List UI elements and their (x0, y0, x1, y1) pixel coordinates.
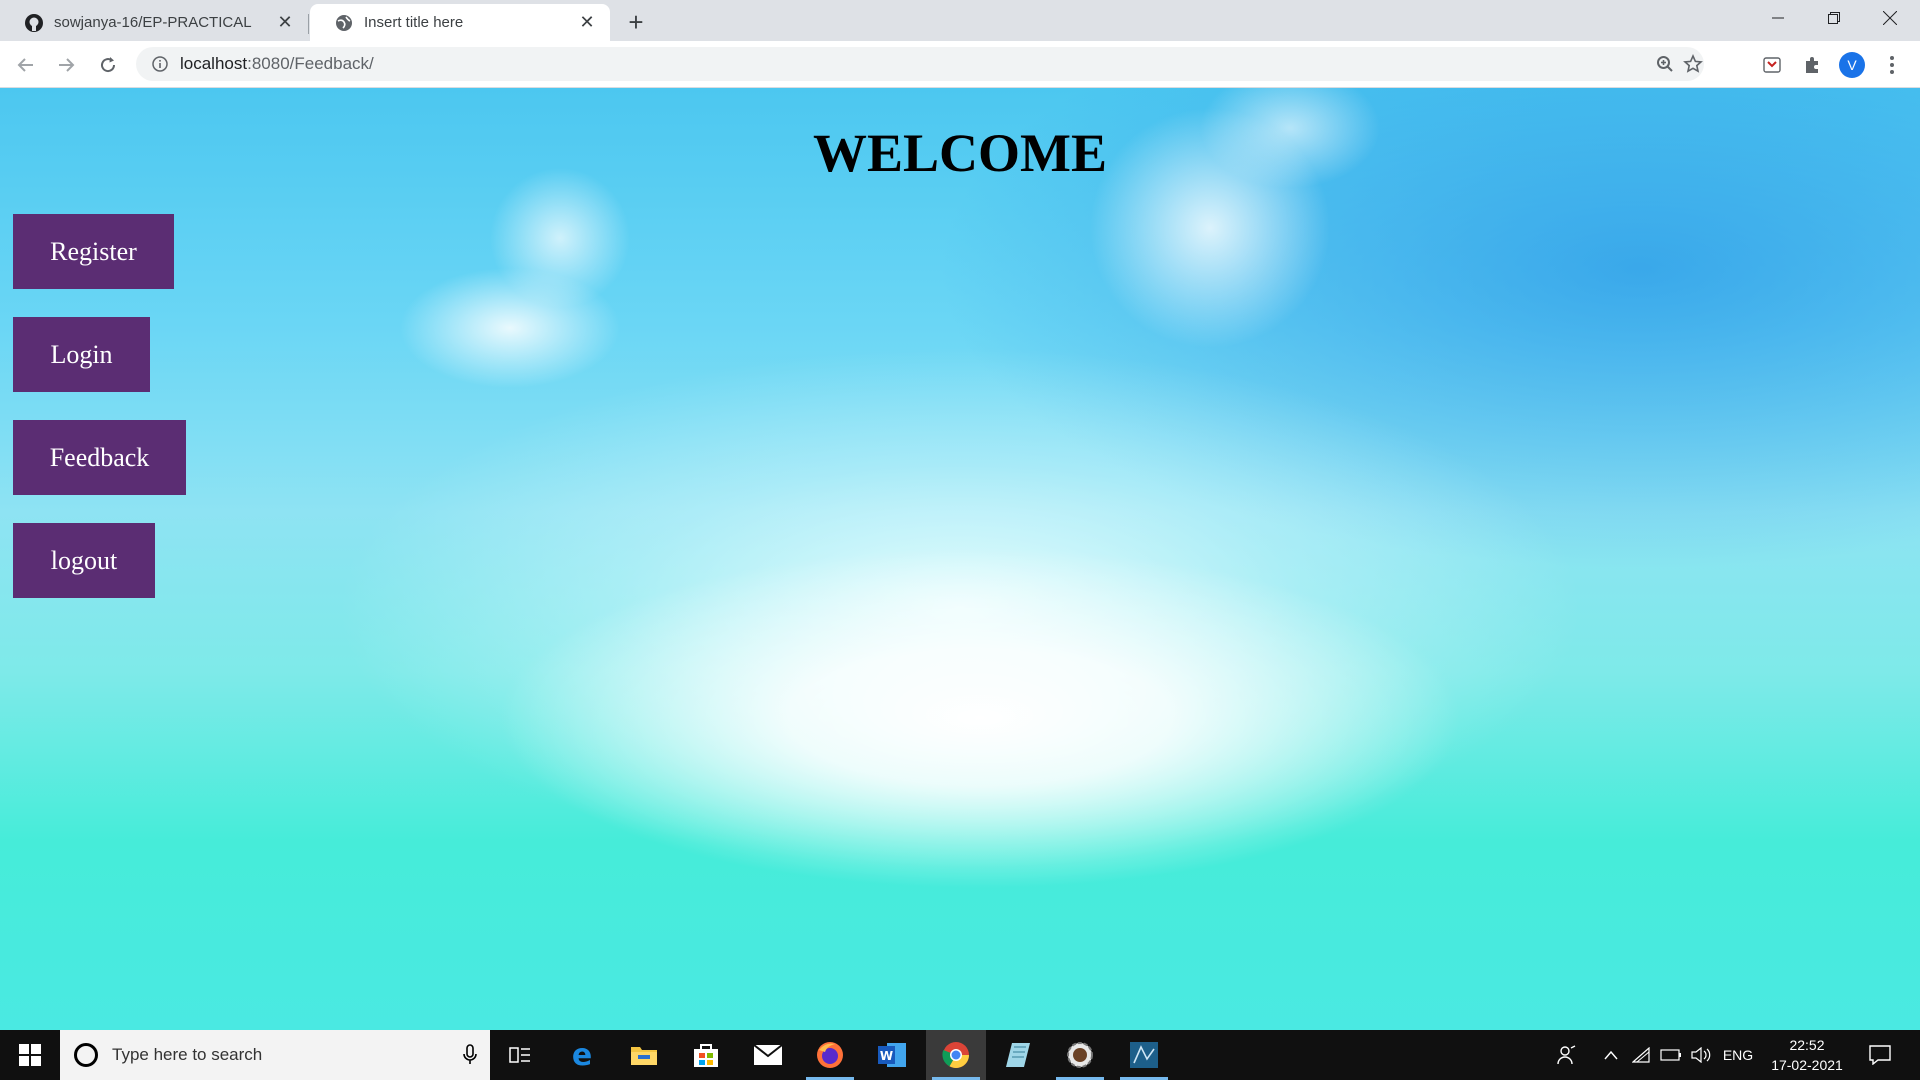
close-window-icon[interactable] (1862, 0, 1918, 36)
url-host: localhost (180, 54, 248, 73)
cortana-icon (74, 1043, 98, 1067)
chevron-up-icon[interactable] (1598, 1030, 1624, 1080)
login-button[interactable]: Login (13, 317, 150, 392)
info-icon[interactable] (150, 54, 170, 74)
url-path: :8080/Feedback/ (247, 54, 374, 73)
reload-icon[interactable] (92, 49, 124, 81)
new-tab-button[interactable]: + (622, 7, 650, 37)
settings-app-icon[interactable] (1050, 1030, 1110, 1080)
more-menu-icon[interactable] (1876, 49, 1908, 81)
restore-icon[interactable] (1806, 0, 1862, 36)
url-text: localhost:8080/Feedback/ (180, 54, 374, 74)
clock[interactable]: 22:52 17-02-2021 (1760, 1035, 1854, 1075)
chrome-icon[interactable] (926, 1030, 986, 1080)
tab-title: Insert title here (364, 14, 464, 31)
search-placeholder: Type here to search (112, 1045, 263, 1064)
tab-title: sowjanya-16/EP-PRACTICAL (54, 14, 252, 31)
tab-github[interactable]: sowjanya-16/EP-PRACTICAL ✕ (0, 4, 308, 41)
back-arrow-icon[interactable] (10, 49, 42, 81)
extension-pocket-icon[interactable] (1756, 49, 1788, 81)
profile-initial: V (1839, 52, 1865, 78)
volume-icon[interactable] (1688, 1030, 1714, 1080)
profile-avatar[interactable]: V (1836, 49, 1868, 81)
svg-text:e: e (572, 1041, 592, 1069)
tab-active[interactable]: Insert title here ✕ (310, 4, 610, 41)
close-tab-icon[interactable]: ✕ (274, 12, 296, 34)
register-button[interactable]: Register (13, 214, 174, 289)
language-indicator[interactable]: ENG (1718, 1030, 1758, 1080)
clock-time: 22:52 (1789, 1037, 1825, 1053)
wifi-icon[interactable] (1628, 1030, 1654, 1080)
logout-button[interactable]: logout (13, 523, 155, 598)
page-viewport: WELCOME Register Login Feedback logout (0, 88, 1920, 1030)
minimize-icon[interactable] (1750, 0, 1806, 36)
clock-date: 17-02-2021 (1771, 1057, 1843, 1073)
mail-icon[interactable] (738, 1030, 798, 1080)
address-bar[interactable]: localhost:8080/Feedback/ (136, 47, 1704, 81)
svg-text:W: W (880, 1049, 893, 1063)
forward-arrow-icon[interactable] (50, 49, 82, 81)
globe-icon (334, 13, 354, 33)
notepad-icon[interactable] (988, 1030, 1048, 1080)
file-explorer-icon[interactable] (614, 1030, 674, 1080)
browser-tab-strip: sowjanya-16/EP-PRACTICAL ✕ Insert title … (0, 0, 1920, 41)
bookmark-star-icon[interactable] (1676, 47, 1710, 81)
tab-divider (308, 14, 309, 34)
firefox-icon[interactable] (800, 1030, 860, 1080)
word-icon[interactable]: W (862, 1030, 922, 1080)
taskbar-search-box[interactable]: Type here to search (60, 1030, 490, 1080)
windows-start-icon[interactable] (0, 1030, 60, 1080)
task-view-icon[interactable] (490, 1030, 550, 1080)
taskbar: Type here to search e W ENG 22:52 17-02-… (0, 1030, 1920, 1080)
page-title: WELCOME (812, 123, 1108, 183)
people-icon[interactable] (1552, 1030, 1582, 1080)
extensions-puzzle-icon[interactable] (1796, 49, 1828, 81)
feedback-button[interactable]: Feedback (13, 420, 186, 495)
mysql-icon[interactable] (1114, 1030, 1174, 1080)
microphone-icon[interactable] (450, 1044, 490, 1066)
notifications-icon[interactable] (1862, 1030, 1898, 1080)
edge-icon[interactable]: e (552, 1030, 612, 1080)
close-tab-icon[interactable]: ✕ (576, 12, 598, 34)
browser-toolbar: localhost:8080/Feedback/ V (0, 41, 1920, 88)
github-icon (24, 13, 44, 33)
store-icon[interactable] (676, 1030, 736, 1080)
battery-icon[interactable] (1658, 1030, 1684, 1080)
